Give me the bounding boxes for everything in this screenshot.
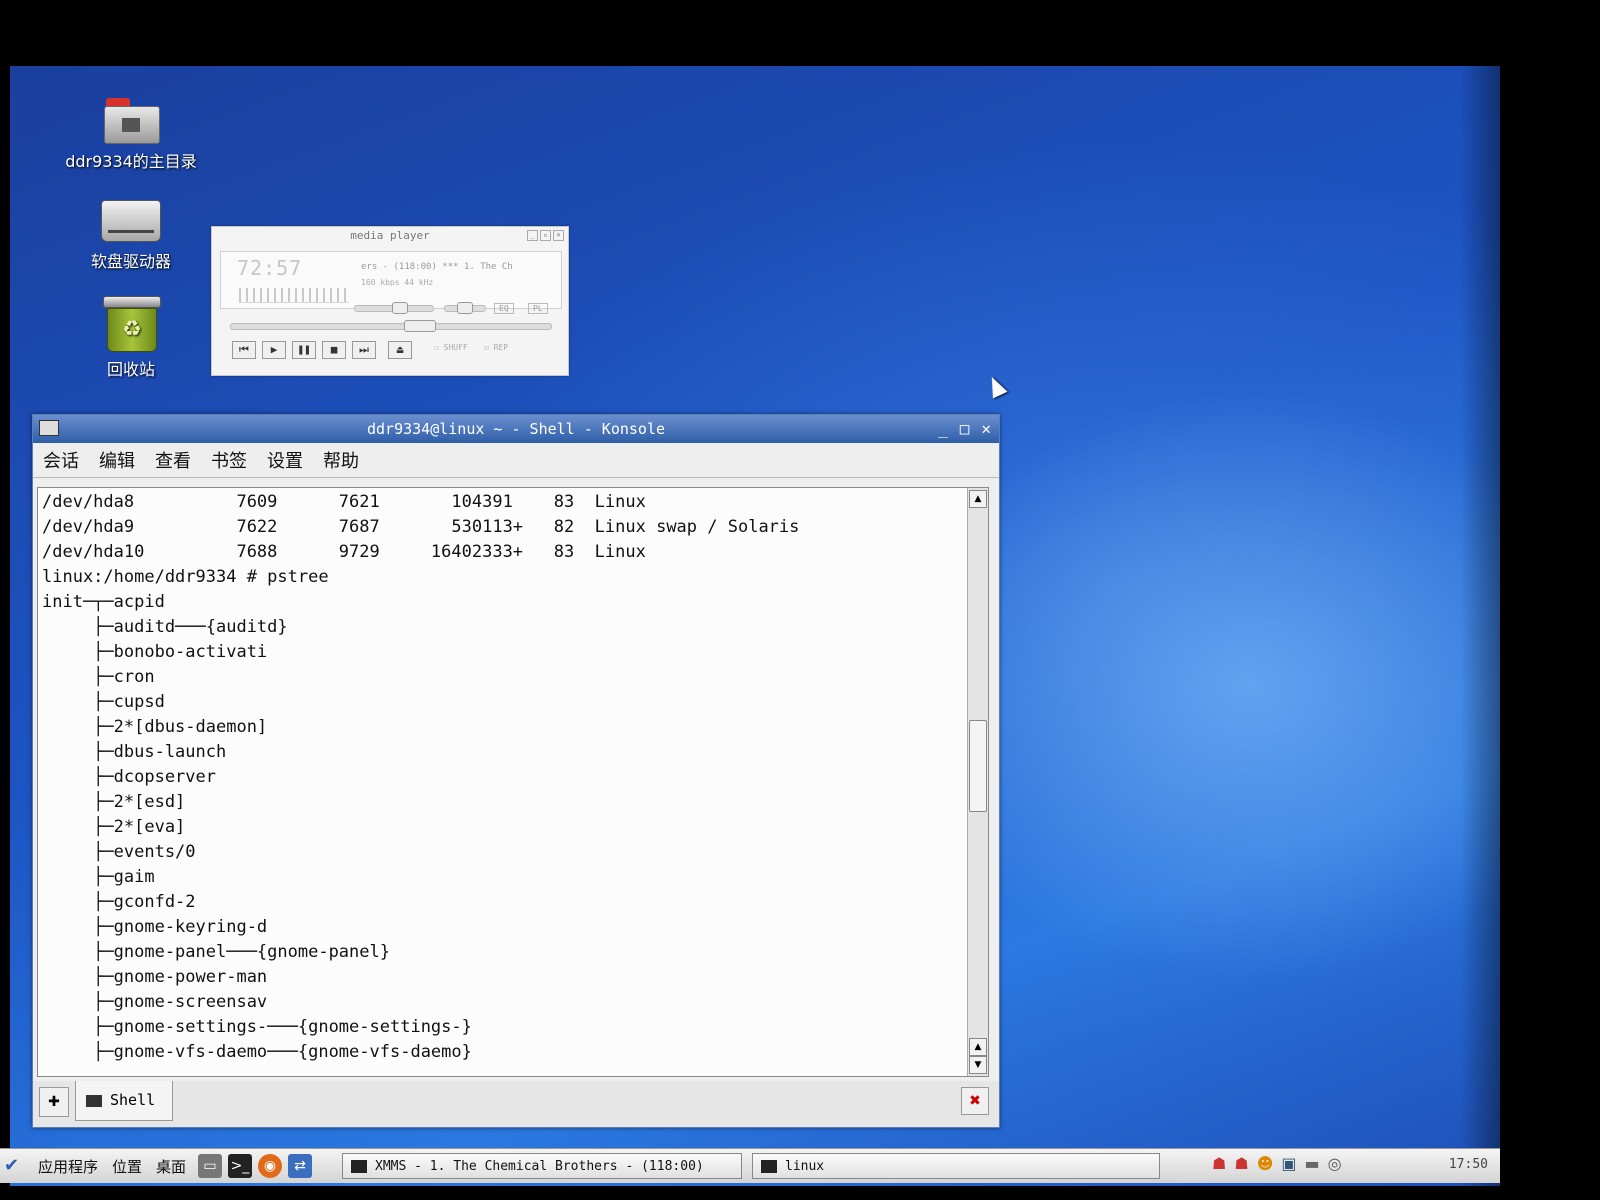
visualizer <box>239 288 349 303</box>
shuffle-toggle[interactable]: ☐ SHUFF <box>434 343 468 352</box>
playback-time: 72:57 <box>237 256 303 280</box>
desktop-icon-trash[interactable]: ♻ 回收站 <box>56 296 206 380</box>
xmms-icon <box>351 1160 367 1173</box>
volume-slider[interactable] <box>354 302 434 314</box>
window-title: ddr9334@linux ~ - Shell - Konsole <box>366 420 665 438</box>
menu-session[interactable]: 会话 <box>43 447 79 473</box>
close-icon[interactable]: ✕ <box>981 415 991 443</box>
task-linux[interactable]: linux <box>752 1153 1160 1179</box>
update-icon[interactable]: ☗ <box>1234 1154 1248 1173</box>
firefox-icon[interactable]: ◉ <box>258 1154 282 1178</box>
terminal-scrollbar[interactable]: ▲ ▲ ▼ <box>967 488 988 1076</box>
menu-bookmarks[interactable]: 书签 <box>211 447 247 473</box>
system-tray: ☗ ☗ ☻ ▣ ▬ ◎ <box>1212 1154 1342 1173</box>
new-session-icon: ✚ <box>48 1094 60 1110</box>
terminal-icon <box>761 1160 777 1173</box>
distro-logo-icon[interactable]: ✔ <box>4 1155 24 1177</box>
menu-places[interactable]: 位置 <box>112 1156 142 1177</box>
media-player-title[interactable]: media player _ ▫ × <box>212 227 568 245</box>
volume-icon[interactable]: ◎ <box>1328 1154 1342 1173</box>
desktop-icon-floppy[interactable]: 软盘驱动器 <box>56 200 206 272</box>
menu-help[interactable]: 帮助 <box>323 447 359 473</box>
next-icon: ⏭ <box>359 343 369 356</box>
monitor-icon[interactable]: ▣ <box>1281 1154 1296 1173</box>
scroll-down-icon[interactable]: ▼ <box>969 1056 987 1074</box>
terminal-icon <box>39 420 59 436</box>
scroll-up-icon[interactable]: ▲ <box>969 490 987 508</box>
close-icon[interactable]: × <box>553 230 564 241</box>
stop-button[interactable]: ■ <box>322 341 346 359</box>
terminal-text: /dev/hda8 7609 7621 104391 83 Linux /dev… <box>42 492 800 1062</box>
repeat-toggle[interactable]: ☑ REP <box>484 343 508 352</box>
minimize-icon[interactable]: _ <box>527 230 538 241</box>
close-tab-icon: ✖ <box>969 1093 981 1109</box>
prev-icon: ⏮ <box>239 343 249 356</box>
seek-knob[interactable] <box>404 320 436 332</box>
song-title: ers - (118:00) *** 1. The Ch <box>361 262 513 272</box>
show-desktop-icon[interactable]: ▭ <box>198 1154 222 1178</box>
desktop-icon-label: ddr9334的主目录 <box>65 152 197 171</box>
menu-edit[interactable]: 编辑 <box>99 447 135 473</box>
konsole-menubar: 会话 编辑 查看 书签 设置 帮助 <box>33 443 999 478</box>
play-icon: ▶ <box>270 343 278 356</box>
terminal-icon <box>86 1094 102 1107</box>
maximize-icon[interactable]: □ <box>960 415 970 443</box>
network-icon[interactable]: ⇄ <box>288 1154 312 1178</box>
seek-bar[interactable] <box>230 320 552 332</box>
scrollbar-thumb[interactable] <box>969 720 987 812</box>
clock[interactable]: 17:50 <box>1449 1157 1488 1172</box>
volume-knob[interactable] <box>392 302 408 314</box>
balance-knob[interactable] <box>457 302 473 314</box>
menu-applications[interactable]: 应用程序 <box>38 1156 98 1177</box>
taskbar: ✔ 应用程序 位置 桌面 ▭ >_ ◉ ⇄ XMMS - 1. The Chem… <box>0 1148 1500 1183</box>
shade-icon[interactable]: ▫ <box>540 230 551 241</box>
floppy-drive-icon <box>101 200 161 242</box>
eject-icon: ⏏ <box>396 343 404 356</box>
trash-icon: ♻ <box>103 296 161 352</box>
pause-button[interactable]: ❚❚ <box>292 341 316 359</box>
desktop-icon-home[interactable]: ddr9334的主目录 <box>56 98 206 172</box>
konsole-window[interactable]: ddr9334@linux ~ - Shell - Konsole _ □ ✕ … <box>32 414 1000 1128</box>
menu-settings[interactable]: 设置 <box>267 447 303 473</box>
terminal-output[interactable]: /dev/hda8 7609 7621 104391 83 Linux /dev… <box>37 487 989 1077</box>
media-player-window[interactable]: media player _ ▫ × 72:57 ers - (118:00) … <box>211 226 569 376</box>
pause-icon: ❚❚ <box>297 343 311 356</box>
playlist-button[interactable]: PL <box>528 303 548 314</box>
task-xmms[interactable]: XMMS - 1. The Chemical Brothers - (118:0… <box>342 1153 742 1179</box>
stop-icon: ■ <box>330 343 338 356</box>
desktop-icon-label: 软盘驱动器 <box>90 252 171 271</box>
media-display: 72:57 ers - (118:00) *** 1. The Ch 160 k… <box>220 251 562 309</box>
close-tab-button[interactable]: ✖ <box>961 1087 989 1115</box>
scroll-up-icon[interactable]: ▲ <box>969 1038 987 1056</box>
play-button[interactable]: ▶ <box>262 341 286 359</box>
user-icon[interactable]: ☗ <box>1212 1154 1226 1173</box>
menu-desktop[interactable]: 桌面 <box>156 1156 186 1177</box>
home-folder-icon <box>104 98 160 144</box>
mouse-cursor-icon <box>984 373 1008 399</box>
konsole-tabbar: ✚ Shell ✖ <box>33 1081 999 1127</box>
new-tab-button[interactable]: ✚ <box>39 1087 69 1117</box>
terminal-launcher-icon[interactable]: >_ <box>228 1154 252 1178</box>
menu-view[interactable]: 查看 <box>155 447 191 473</box>
tab-shell[interactable]: Shell <box>75 1081 173 1121</box>
chat-icon[interactable]: ☻ <box>1257 1154 1274 1173</box>
bitrate-info: 160 kbps 44 kHz <box>361 278 434 287</box>
konsole-title-bar[interactable]: ddr9334@linux ~ - Shell - Konsole _ □ ✕ <box>33 415 999 443</box>
battery-icon[interactable]: ▬ <box>1305 1154 1320 1173</box>
prev-button[interactable]: ⏮ <box>232 341 256 359</box>
next-button[interactable]: ⏭ <box>352 341 376 359</box>
eject-button[interactable]: ⏏ <box>388 341 412 359</box>
eq-button[interactable]: EQ <box>494 303 514 314</box>
balance-slider[interactable] <box>444 302 486 314</box>
desktop-icon-label: 回收站 <box>106 360 155 379</box>
minimize-icon[interactable]: _ <box>938 415 948 443</box>
